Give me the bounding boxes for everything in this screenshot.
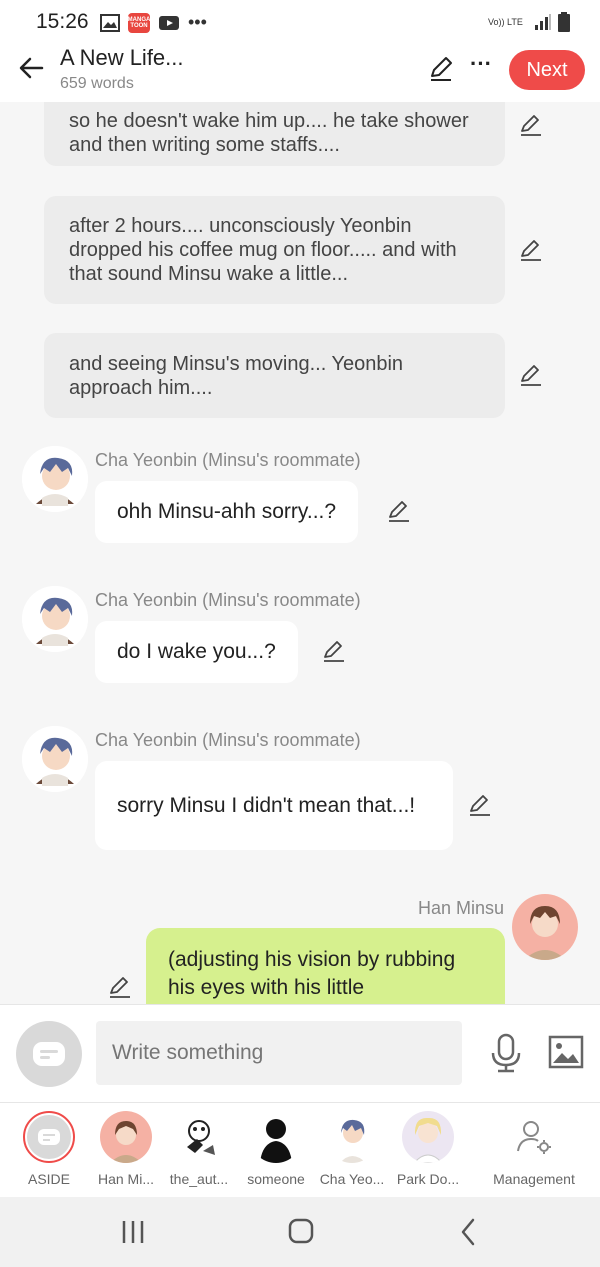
- avatar-cha-yeonbin[interactable]: [22, 446, 88, 512]
- speaker-name: Cha Yeonbin (Minsu's roommate): [95, 450, 361, 470]
- mangatoon-app-icon: MANGA TOON: [128, 12, 150, 33]
- back-arrow-icon[interactable]: [16, 52, 48, 84]
- character-the-author[interactable]: the_aut...: [161, 1111, 237, 1187]
- edit-pencil-icon[interactable]: [107, 974, 133, 1000]
- composer-bar: [0, 1004, 600, 1102]
- management-icon: [508, 1111, 560, 1163]
- word-count: 659 words: [60, 75, 134, 92]
- character-cha-yeonbin[interactable]: Cha Yeo...: [314, 1111, 390, 1187]
- character-label: someone: [247, 1171, 305, 1187]
- next-button[interactable]: Next: [509, 50, 585, 90]
- character-label: Park Do...: [396, 1171, 460, 1187]
- message-bubble[interactable]: do I wake you...?: [95, 621, 298, 683]
- edit-pencil-icon[interactable]: [386, 498, 412, 524]
- character-label: Management: [493, 1171, 575, 1187]
- edit-pencil-icon[interactable]: [321, 638, 347, 664]
- character-management[interactable]: Management: [488, 1111, 580, 1187]
- system-back-icon[interactable]: [449, 1215, 489, 1249]
- avatar: [326, 1111, 378, 1163]
- status-notification-icons: MANGA TOON •••: [100, 12, 207, 33]
- character-label: Han Mi...: [97, 1171, 154, 1187]
- youtube-notification-icon: [159, 15, 179, 30]
- my-message-bubble[interactable]: (adjusting his vision by rubbing his eye…: [146, 928, 505, 1004]
- speaker-name: Cha Yeonbin (Minsu's roommate): [95, 730, 361, 750]
- narration-bubble[interactable]: after 2 hours.... unconsciously Yeonbin …: [44, 196, 505, 304]
- edit-pencil-icon[interactable]: [518, 112, 544, 138]
- edit-pencil-icon[interactable]: [518, 237, 544, 263]
- speaker-name: Cha Yeonbin (Minsu's roommate): [95, 590, 361, 610]
- message-input[interactable]: [96, 1021, 462, 1085]
- chat-area[interactable]: so he doesn't wake him up.... he take sh…: [0, 102, 600, 1004]
- character-label: Cha Yeo...: [319, 1171, 385, 1187]
- character-label: ASIDE: [27, 1171, 70, 1187]
- more-options-icon[interactable]: ···: [466, 52, 496, 82]
- network-label: Vo)) LTE: [488, 17, 523, 27]
- status-bar: 15:26 MANGA TOON ••• Vo)) LTE: [0, 0, 600, 44]
- message-text: do I wake you...?: [117, 640, 276, 663]
- status-system-icons: Vo)) LTE: [488, 12, 570, 32]
- narration-bubble[interactable]: so he doesn't wake him up.... he take sh…: [44, 102, 505, 166]
- home-icon[interactable]: [281, 1215, 321, 1249]
- edit-pencil-icon[interactable]: [467, 792, 493, 818]
- aside-toggle-button[interactable]: [16, 1021, 82, 1087]
- speaker-name: Han Minsu: [417, 898, 504, 918]
- character-park-do[interactable]: Park Do...: [390, 1111, 466, 1187]
- image-upload-icon[interactable]: [548, 1035, 584, 1069]
- narration-text: and seeing Minsu's moving... Yeonbin app…: [69, 352, 404, 399]
- gallery-notification-icon: [100, 13, 120, 32]
- character-label: the_aut...: [169, 1171, 229, 1187]
- status-time: 15:26: [36, 10, 89, 33]
- aside-icon: [23, 1111, 75, 1163]
- avatar-cha-yeonbin[interactable]: [22, 586, 88, 652]
- recent-apps-icon[interactable]: [113, 1215, 153, 1249]
- aside-icon: [33, 1042, 65, 1066]
- edit-pencil-icon[interactable]: [518, 362, 544, 388]
- signal-icon: [535, 14, 551, 30]
- battery-icon: [558, 12, 570, 32]
- character-bar: ASIDE Han Mi... the_aut... someone Cha Y…: [0, 1102, 600, 1197]
- system-nav-bar: [0, 1197, 600, 1267]
- avatar: [402, 1111, 454, 1163]
- character-han-minsu[interactable]: Han Mi...: [88, 1111, 164, 1187]
- more-notifications-icon: •••: [188, 12, 207, 32]
- message-text: (adjusting his vision by rubbing his eye…: [168, 948, 456, 999]
- avatar: [250, 1111, 302, 1163]
- narration-text: so he doesn't wake him up.... he take sh…: [69, 110, 469, 156]
- message-bubble[interactable]: sorry Minsu I didn't mean that...!: [95, 761, 453, 850]
- message-text: sorry Minsu I didn't mean that...!: [117, 793, 416, 817]
- character-someone[interactable]: someone: [238, 1111, 314, 1187]
- message-bubble[interactable]: ohh Minsu-ahh sorry...?: [95, 481, 359, 543]
- header: A New Life... 659 words ··· Next: [0, 44, 600, 102]
- narration-text: after 2 hours.... unconsciously Yeonbin …: [69, 215, 457, 285]
- avatar-cha-yeonbin[interactable]: [22, 726, 88, 792]
- message-text: ohh Minsu-ahh sorry...?: [117, 500, 337, 523]
- character-aside[interactable]: ASIDE: [11, 1111, 87, 1187]
- story-title[interactable]: A New Life...: [60, 45, 184, 71]
- microphone-icon[interactable]: [488, 1033, 524, 1073]
- avatar: [173, 1111, 225, 1163]
- narration-bubble[interactable]: and seeing Minsu's moving... Yeonbin app…: [44, 333, 505, 418]
- avatar-han-minsu[interactable]: [512, 894, 578, 960]
- edit-pencil-icon[interactable]: [426, 54, 456, 84]
- avatar: [100, 1111, 152, 1163]
